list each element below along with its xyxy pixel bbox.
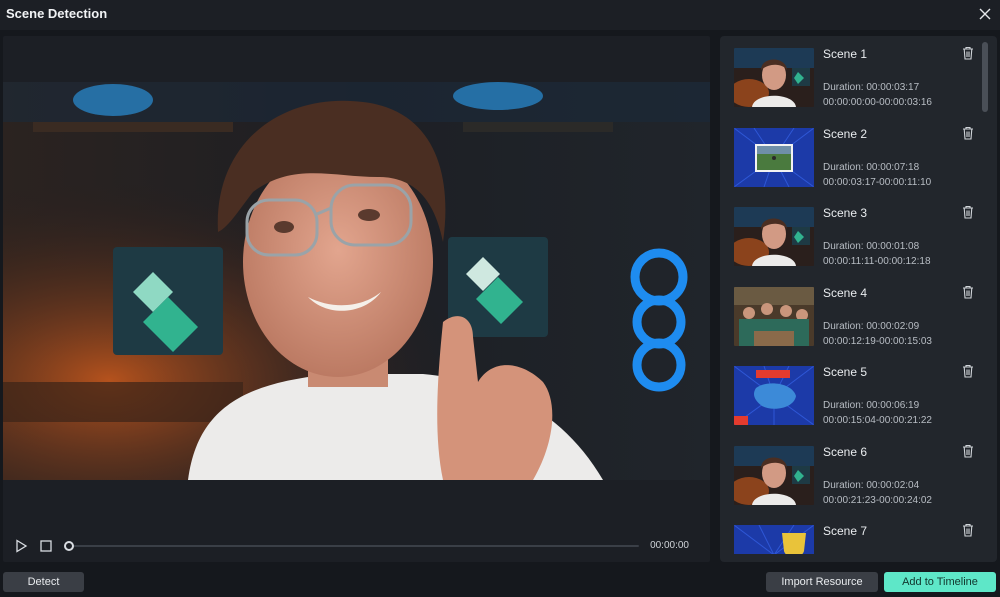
scene-name: Scene 4 bbox=[823, 285, 868, 300]
import-resource-button[interactable]: Import Resource bbox=[766, 572, 878, 592]
trash-icon[interactable] bbox=[961, 523, 975, 537]
scene-duration: Duration: 00:00:02:04 bbox=[823, 479, 920, 491]
close-icon[interactable] bbox=[974, 3, 996, 25]
scene-item[interactable]: Scene 1 Duration: 00:00:03:17 00:00:00:00-… bbox=[720, 36, 980, 115]
video-preview-panel: 00:00:00 bbox=[3, 36, 710, 562]
scene-item[interactable]: Scene 2 Duration: 00:00:07:18 00:00:03:17-… bbox=[720, 116, 980, 195]
scene-item[interactable]: Scene 4 Duration: 00:00:02:09 00:00:12:19-… bbox=[720, 275, 980, 354]
scene-time-range: 00:00:03:17-00:00:11:10 bbox=[823, 176, 932, 188]
scene-name: Scene 5 bbox=[823, 365, 868, 379]
scene-duration: Duration: 00:00:01:08 bbox=[823, 241, 920, 252]
add-to-timeline-button[interactable]: Add to Timeline bbox=[884, 572, 996, 592]
scene-thumbnail[interactable] bbox=[734, 366, 814, 425]
scene-item[interactable]: Scene 7 bbox=[720, 513, 980, 554]
trash-icon[interactable] bbox=[961, 444, 975, 458]
window-title: Scene Detection bbox=[6, 6, 108, 21]
title-bar: Scene Detection bbox=[0, 0, 1000, 30]
scene-list[interactable]: Scene 1 Duration: 00:00:03:17 00:00:00:00-… bbox=[720, 36, 997, 554]
time-readout: 00:00:00 bbox=[650, 540, 689, 551]
trash-icon[interactable] bbox=[961, 126, 975, 140]
scene-item[interactable]: Scene 6 Duration: 00:00:02:04 00:00:21:23-… bbox=[720, 434, 980, 513]
player-controls: 00:00:00 bbox=[3, 530, 710, 562]
scene-time-range: 00:00:00:00-00:00:03:16 bbox=[823, 97, 932, 108]
playback-slider[interactable] bbox=[64, 540, 639, 552]
scene-time-range: 00:00:12:19-00:00:15:03 bbox=[823, 335, 932, 347]
scene-duration: Duration: 00:00:07:18 bbox=[823, 161, 920, 173]
scene-time-range: 00:00:11:11-00:00:12:18 bbox=[823, 256, 931, 267]
trash-icon[interactable] bbox=[961, 46, 975, 60]
play-icon[interactable] bbox=[14, 539, 28, 553]
scene-list-scrollbar[interactable] bbox=[982, 42, 988, 112]
scene-name: Scene 2 bbox=[823, 126, 868, 141]
scene-duration: Duration: 00:00:03:17 bbox=[823, 82, 920, 93]
scene-duration: Duration: 00:00:06:19 bbox=[823, 400, 920, 411]
scene-time-range: 00:00:15:04-00:00:21:22 bbox=[823, 415, 932, 426]
video-frame[interactable] bbox=[3, 82, 710, 480]
trash-icon[interactable] bbox=[961, 285, 975, 299]
scene-time-range: 00:00:21:23-00:00:24:02 bbox=[823, 494, 932, 506]
scene-name: Scene 6 bbox=[823, 444, 868, 459]
detect-button[interactable]: Detect bbox=[3, 572, 84, 592]
scene-thumbnail[interactable] bbox=[734, 286, 814, 346]
stop-icon[interactable] bbox=[39, 539, 53, 553]
scene-item[interactable]: Scene 3 Duration: 00:00:01:08 00:00:11:11-… bbox=[720, 195, 980, 274]
scene-thumbnail[interactable] bbox=[734, 48, 814, 107]
scene-name: Scene 1 bbox=[823, 47, 868, 61]
scene-list-panel: Scene 1 Duration: 00:00:03:17 00:00:00:00-… bbox=[720, 36, 997, 562]
scene-thumbnail[interactable] bbox=[734, 445, 814, 505]
scene-thumbnail[interactable] bbox=[734, 207, 814, 266]
scene-item[interactable]: Scene 5 Duration: 00:00:06:19 00:00:15:04-… bbox=[720, 354, 980, 433]
slider-track bbox=[69, 545, 639, 547]
scene-name: Scene 7 bbox=[823, 524, 868, 538]
scene-thumbnail[interactable] bbox=[734, 525, 814, 554]
trash-icon[interactable] bbox=[961, 205, 975, 219]
scene-name: Scene 3 bbox=[823, 206, 868, 220]
scene-duration: Duration: 00:00:02:09 bbox=[823, 320, 920, 332]
slider-knob[interactable] bbox=[64, 541, 74, 551]
scene-thumbnail[interactable] bbox=[734, 127, 814, 187]
trash-icon[interactable] bbox=[961, 364, 975, 378]
